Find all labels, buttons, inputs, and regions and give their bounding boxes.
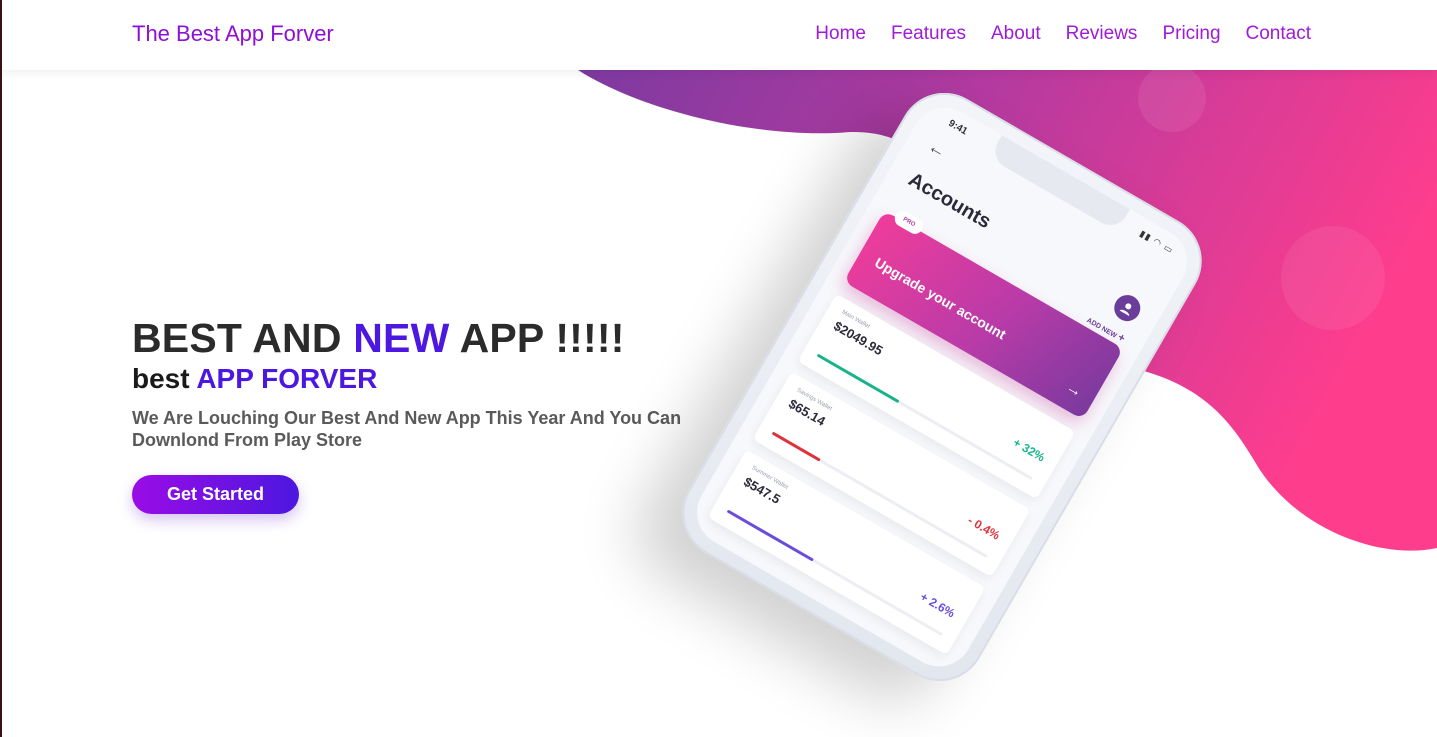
nav-link-pricing[interactable]: Pricing (1162, 23, 1220, 44)
plus-icon: + (1115, 331, 1128, 345)
hero-subtitle: best APP FORVER (132, 363, 732, 395)
user-icon (1119, 303, 1132, 317)
back-arrow-icon[interactable]: ← (924, 136, 951, 163)
brand-link[interactable]: The Best App Forver (132, 21, 334, 47)
wallet-change: + 32% (1010, 435, 1048, 465)
hero-title-part2: APP !!!!! (449, 315, 625, 361)
wallet-change: + 2.6% (917, 589, 958, 621)
wallet-progress-fill (771, 431, 821, 462)
top-navbar: The Best App Forver Home Features About … (0, 0, 1437, 70)
nav-item-home: Home (815, 23, 866, 45)
hero-subtitle-accent: APP FORVER (196, 363, 378, 394)
hero-section: BEST AND NEW APP !!!!! best APP FORVER W… (132, 315, 732, 514)
nav-link-contact[interactable]: Contact (1246, 23, 1311, 44)
nav-link-features[interactable]: Features (891, 23, 966, 44)
hero-title-part1: BEST AND (132, 315, 354, 361)
status-time: 9:41 (946, 117, 970, 138)
hero-description: We Are Louching Our Best And New App Thi… (132, 408, 682, 450)
hero-title: BEST AND NEW APP !!!!! (132, 315, 732, 361)
nav-item-reviews: Reviews (1066, 23, 1138, 45)
get-started-button[interactable]: Get Started (132, 475, 299, 514)
nav-item-pricing: Pricing (1162, 23, 1220, 45)
pro-badge: PRO (891, 207, 926, 237)
nav-links: Home Features About Reviews Pricing Cont… (815, 23, 1311, 45)
nav-item-features: Features (891, 23, 966, 45)
wallet-change: - 0.4% (965, 513, 1003, 543)
hero-subtitle-part1: best (132, 363, 197, 394)
user-avatar-icon[interactable] (1109, 290, 1146, 326)
wallet-progress-fill (726, 509, 815, 562)
nav-link-home[interactable]: Home (815, 23, 866, 44)
nav-item-about: About (991, 23, 1041, 45)
nav-link-reviews[interactable]: Reviews (1066, 23, 1138, 44)
status-signal-wifi-battery-icon: ▮▮ ◠ ▭ (1138, 228, 1176, 256)
hero-title-accent: NEW (353, 315, 450, 361)
arrow-right-icon: → (1063, 378, 1086, 402)
page-edge-line (0, 0, 2, 737)
nav-link-about[interactable]: About (991, 23, 1041, 44)
nav-item-contact: Contact (1246, 23, 1311, 45)
